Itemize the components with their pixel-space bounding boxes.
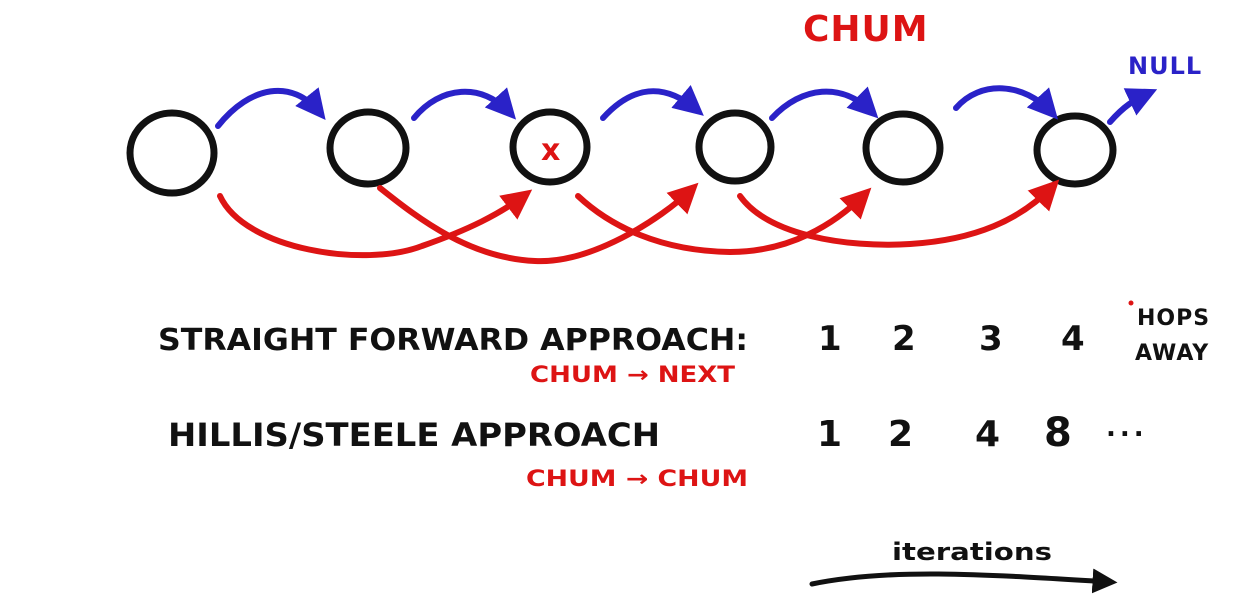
chum-arrow: [217, 189, 533, 259]
hillis-steele-ellipsis: ...: [1106, 413, 1148, 443]
straightforward-value: 3: [979, 319, 1003, 359]
next-arrow: [215, 87, 326, 129]
straightforward-approach-label: STRAIGHT FORWARD APPROACH:: [158, 323, 748, 358]
null-label: NULL: [1128, 52, 1202, 80]
hillis-steele-value: 4: [975, 414, 1000, 455]
next-arrow: [769, 86, 879, 121]
straightforward-hop-values: 1 2 3 4: [818, 319, 1085, 359]
hillis-steele-approach-label: HILLIS/STEELE APPROACH: [168, 416, 660, 454]
iterations-label: iterations: [892, 538, 1052, 566]
chum-arrow: [377, 182, 699, 265]
chum-arrow: [737, 179, 1060, 248]
hillis-steele-value: 1: [817, 414, 842, 455]
linked-list-nodes: [126, 108, 1117, 197]
hillis-steele-value: 8: [1044, 410, 1072, 456]
straightforward-value: 4: [1061, 319, 1085, 359]
hillis-steele-value: 2: [888, 414, 913, 455]
list-node: [1033, 112, 1117, 188]
list-node: [126, 109, 218, 197]
red-dot: [1128, 300, 1134, 306]
chum-arrow: [575, 187, 872, 256]
iterations-arrow: [809, 568, 1118, 594]
list-node: [862, 110, 944, 186]
straightforward-value: 2: [892, 319, 916, 359]
hops-label-line2: AWAY: [1135, 341, 1209, 366]
chum-pointer-arrows: [217, 179, 1060, 265]
marked-node-x: x: [541, 133, 560, 168]
next-arrow: [600, 84, 704, 121]
hillis-steele-note: CHUM → CHUM: [526, 467, 748, 492]
list-node: [695, 109, 775, 185]
next-arrow: [953, 85, 1059, 120]
next-arrow-to-null: [1107, 88, 1158, 125]
whiteboard-diagram: CHUM NULL x STRAIGHT FORWARD APPROACH: C…: [126, 9, 1210, 594]
next-pointer-arrows: [215, 84, 1158, 129]
list-node: [326, 108, 410, 188]
hillis-steele-hop-values: 1 2 4 8 ...: [817, 410, 1148, 456]
hops-label-line1: HOPS: [1137, 306, 1210, 331]
next-arrow: [411, 87, 517, 121]
straightforward-note: CHUM → NEXT: [530, 363, 735, 388]
chum-label: CHUM: [803, 9, 929, 50]
straightforward-value: 1: [818, 319, 842, 359]
